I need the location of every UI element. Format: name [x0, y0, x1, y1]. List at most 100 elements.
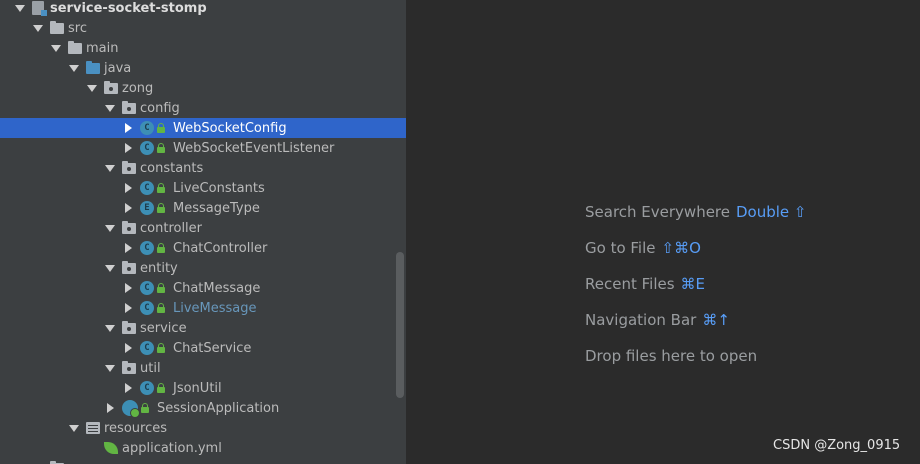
chevron-down-icon[interactable] [104, 322, 116, 334]
tree-node-message-type[interactable]: E MessageType [0, 198, 406, 218]
hint-shortcut: Double ⇧ [736, 203, 807, 221]
tree-node-java[interactable]: java [0, 58, 406, 78]
hint-label: Search Everywhere [585, 203, 730, 221]
tree-node-label: SessionApplication [157, 400, 280, 416]
chevron-right-icon[interactable] [122, 182, 134, 194]
lock-icon [157, 203, 165, 213]
chevron-down-icon[interactable] [50, 42, 62, 54]
project-tree-panel: service-socket-stomp src main java zong … [0, 0, 406, 464]
package-icon [122, 160, 136, 174]
chevron-right-icon[interactable] [122, 142, 134, 154]
chevron-right-icon[interactable] [122, 202, 134, 214]
tree-node-config[interactable]: config [0, 98, 406, 118]
class-icon: C [140, 281, 154, 295]
tree-scrollbar[interactable] [396, 252, 404, 398]
source-folder-icon [86, 60, 100, 74]
tree-node-json-util[interactable]: C JsonUtil [0, 378, 406, 398]
class-icon: C [140, 181, 154, 195]
chevron-down-icon[interactable] [86, 82, 98, 94]
lock-icon [157, 383, 165, 393]
enum-icon: E [140, 201, 154, 215]
tree-node-live-message[interactable]: C LiveMessage [0, 298, 406, 318]
tree-node-application-yml[interactable]: application.yml [0, 438, 406, 458]
hint-recent-files: Recent Files ⌘E [585, 275, 705, 293]
tree-node-label: zong [122, 80, 154, 96]
hint-label: Drop files here to open [585, 347, 758, 365]
tree-node-resources[interactable]: resources [0, 418, 406, 438]
tree-node-constants[interactable]: constants [0, 158, 406, 178]
hint-label: Recent Files [585, 275, 675, 293]
tree-node-label: util [140, 360, 161, 376]
hint-shortcut: ⇧⌘O [661, 239, 701, 257]
chevron-down-icon[interactable] [14, 2, 26, 14]
tree-node-label: controller [140, 220, 203, 236]
chevron-right-icon[interactable] [104, 402, 116, 414]
package-icon [122, 360, 136, 374]
chevron-right-icon[interactable] [122, 302, 134, 314]
tree-node-label: resources [104, 420, 168, 436]
tree-node-websocket-config[interactable]: C WebSocketConfig [0, 118, 406, 138]
tree-node-label: WebSocketEventListener [173, 140, 335, 156]
tree-node-chat-service[interactable]: C ChatService [0, 338, 406, 358]
tree-node-controller[interactable]: controller [0, 218, 406, 238]
chevron-right-icon[interactable] [122, 242, 134, 254]
package-icon [104, 80, 118, 94]
tree-node-partial[interactable] [0, 458, 406, 464]
tree-node-label: LiveConstants [173, 180, 265, 196]
hint-label: Go to File [585, 239, 656, 257]
tree-node-label: WebSocketConfig [173, 120, 287, 136]
chevron-right-icon[interactable] [122, 122, 134, 134]
tree-node-entity[interactable]: entity [0, 258, 406, 278]
resources-folder-icon [86, 422, 100, 434]
hint-label: Navigation Bar [585, 311, 697, 329]
lock-icon [157, 343, 165, 353]
tree-node-label: ChatMessage [173, 280, 261, 296]
tree-node-zong[interactable]: zong [0, 78, 406, 98]
tree-node-session-application[interactable]: SessionApplication [0, 398, 406, 418]
tree-node-label: config [140, 100, 180, 116]
tree-node-chat-controller[interactable]: C ChatController [0, 238, 406, 258]
hint-shortcut: ⌘E [680, 275, 706, 293]
tree-node-label: JsonUtil [173, 380, 222, 396]
class-icon: C [140, 301, 154, 315]
tree-node-service[interactable]: service [0, 318, 406, 338]
tree-node-chat-message[interactable]: C ChatMessage [0, 278, 406, 298]
tree-node-label: MessageType [173, 200, 260, 216]
class-icon: C [140, 341, 154, 355]
tree-node-label: ChatService [173, 340, 252, 356]
chevron-right-icon[interactable] [122, 382, 134, 394]
tree-node-label: application.yml [122, 440, 222, 456]
tree-node-label: constants [140, 160, 204, 176]
tree-node-label: main [86, 40, 119, 56]
editor-empty-state: Search Everywhere Double ⇧ Go to File ⇧⌘O … [407, 0, 920, 464]
package-icon [122, 100, 136, 114]
class-icon: C [140, 121, 154, 135]
chevron-right-icon[interactable] [122, 342, 134, 354]
folder-icon [68, 40, 82, 54]
chevron-down-icon[interactable] [104, 102, 116, 114]
package-icon [122, 320, 136, 334]
lock-icon [157, 183, 165, 193]
lock-icon [157, 283, 165, 293]
tree-node-label: service-socket-stomp [50, 0, 207, 16]
chevron-down-icon[interactable] [32, 22, 44, 34]
tree-node-util[interactable]: util [0, 358, 406, 378]
chevron-down-icon[interactable] [104, 162, 116, 174]
lock-icon [141, 403, 149, 413]
class-icon: C [140, 381, 154, 395]
lock-icon [157, 123, 165, 133]
chevron-down-icon[interactable] [104, 262, 116, 274]
watermark: CSDN @Zong_0915 [773, 438, 901, 453]
tree-node-websocket-event-listener[interactable]: C WebSocketEventListener [0, 138, 406, 158]
tree-node-label: java [104, 60, 132, 76]
module-icon [32, 1, 47, 16]
chevron-down-icon[interactable] [104, 362, 116, 374]
chevron-down-icon[interactable] [104, 222, 116, 234]
chevron-down-icon[interactable] [68, 422, 80, 434]
chevron-down-icon[interactable] [68, 62, 80, 74]
chevron-right-icon[interactable] [122, 282, 134, 294]
tree-node-main[interactable]: main [0, 38, 406, 58]
tree-node-live-constants[interactable]: C LiveConstants [0, 178, 406, 198]
tree-node-root[interactable]: service-socket-stomp [0, 0, 406, 18]
tree-node-src[interactable]: src [0, 18, 406, 38]
